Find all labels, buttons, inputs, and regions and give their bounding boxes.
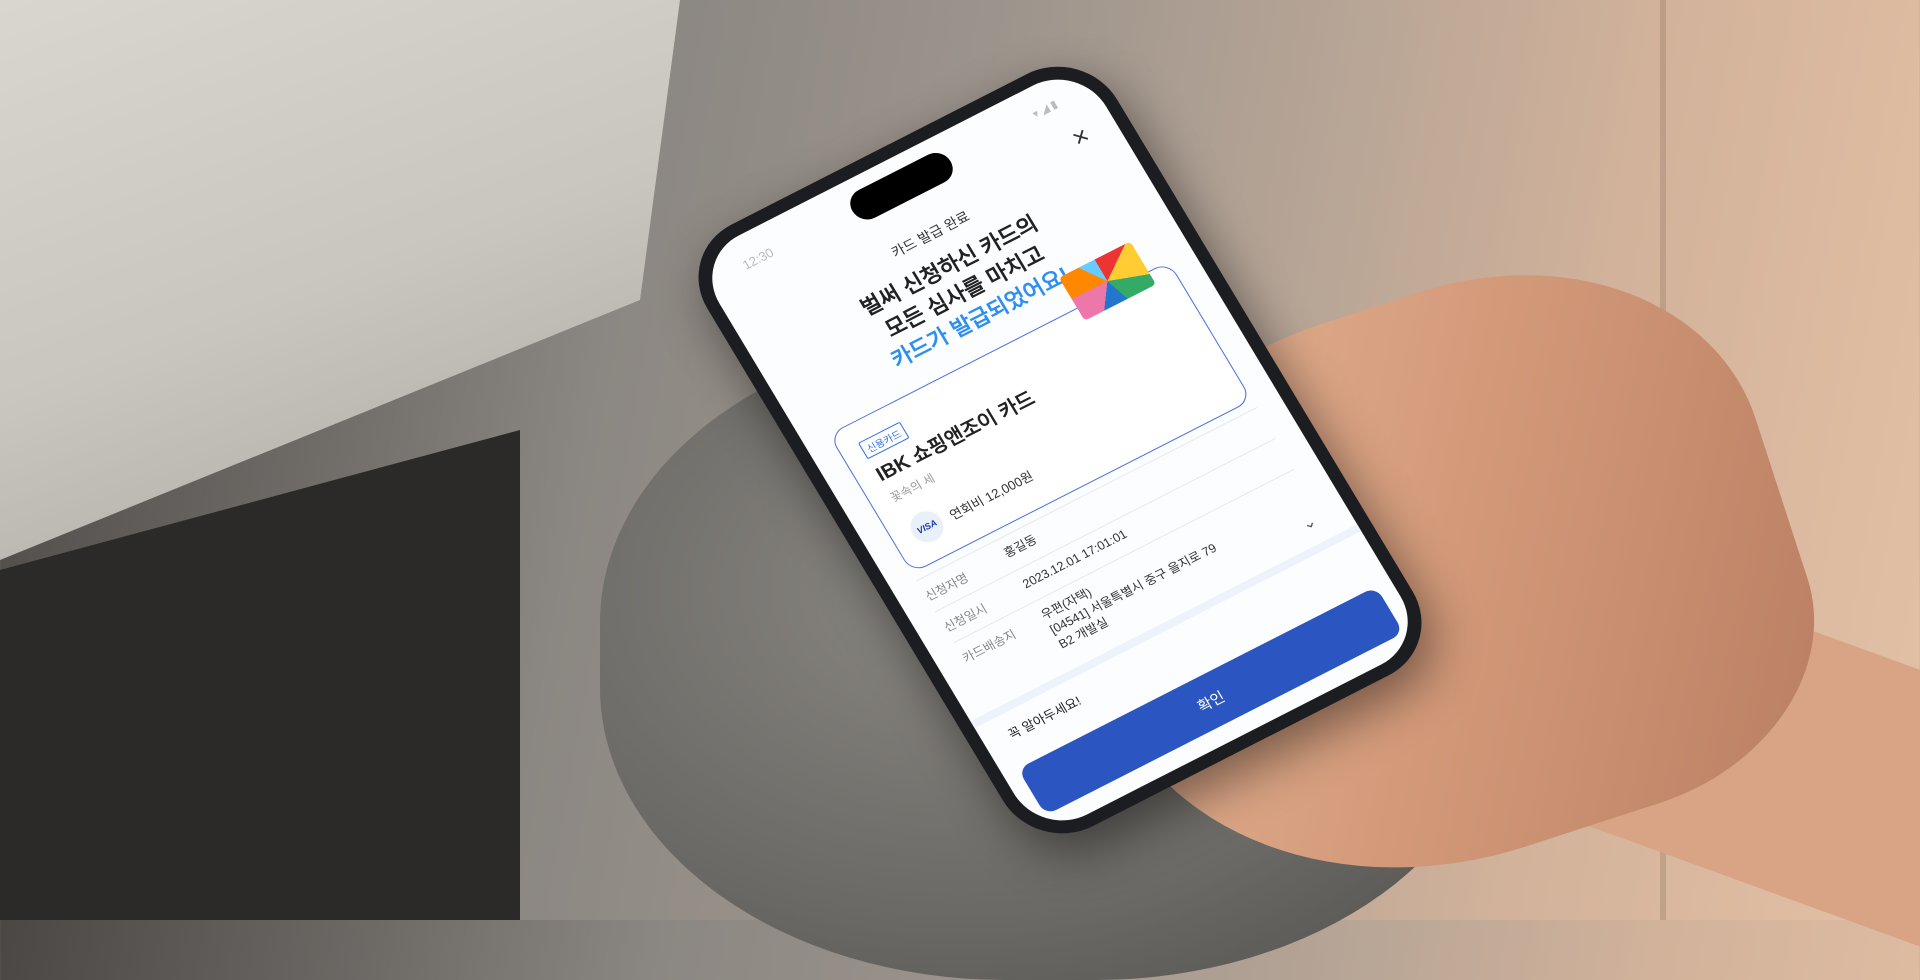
dynamic-island	[844, 147, 959, 225]
status-icons: ▾◢▮	[1030, 97, 1063, 121]
annual-fee: 연회비 12,000원	[946, 468, 1037, 523]
visa-icon: VISA	[904, 505, 950, 548]
seat-back	[0, 0, 680, 560]
status-time: 12:30	[739, 244, 777, 273]
